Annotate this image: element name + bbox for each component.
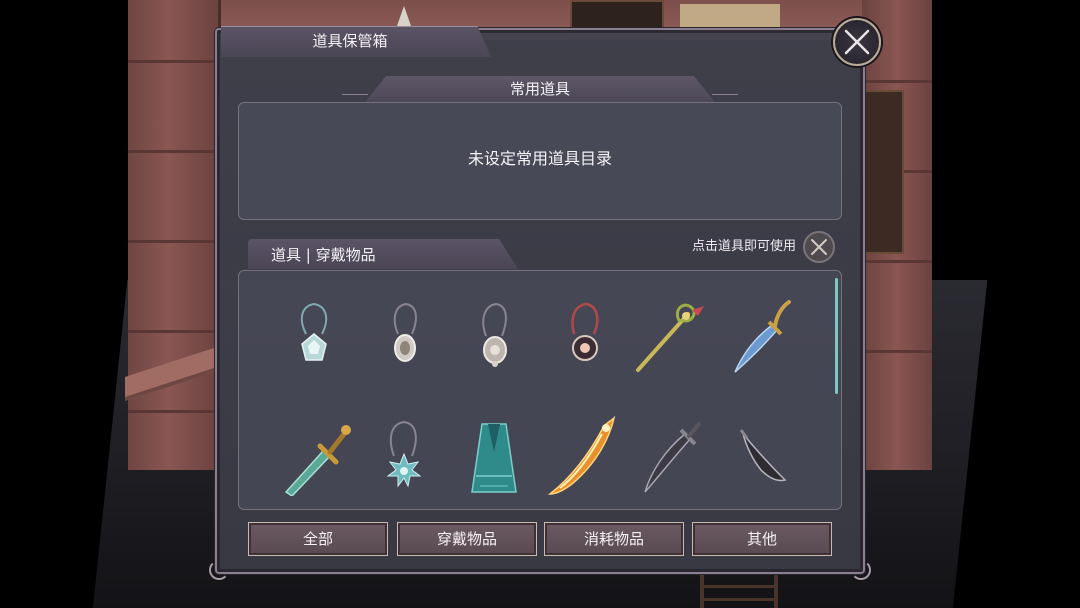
right-bookshelf: [860, 90, 904, 254]
item-slot[interactable]: [456, 294, 532, 378]
filter-consumable-button[interactable]: 消耗物品: [544, 522, 684, 556]
filter-wearable-button[interactable]: 穿戴物品: [397, 522, 537, 556]
ornate-silver-pendant-icon: [482, 302, 507, 367]
hint-close-button[interactable]: [803, 231, 835, 263]
item-slot[interactable]: [366, 294, 442, 378]
usage-hint: 点击道具即可使用: [691, 239, 796, 254]
pentagon-gem-amulet-icon: [300, 302, 328, 361]
item-slot[interactable]: [722, 414, 798, 498]
black-sickle-blade-icon: [739, 429, 787, 482]
blue-curved-dagger-icon: [734, 300, 791, 373]
favorites-empty-message: 未设定常用道具目录: [467, 149, 612, 168]
teal-robe-icon: [471, 423, 517, 493]
red-cord-sun-pendant-icon: [571, 302, 599, 361]
filter-other-button[interactable]: 其他: [692, 522, 832, 556]
flame-blade-icon: [547, 415, 616, 495]
close-button[interactable]: [833, 18, 881, 66]
favorites-header: 常用道具: [509, 80, 570, 98]
corner-ornament: [209, 560, 229, 580]
item-slot[interactable]: [280, 414, 356, 498]
item-slot[interactable]: [634, 414, 710, 498]
golden-vine-staff-icon: [636, 303, 704, 372]
item-slot[interactable]: [276, 294, 352, 378]
silver-oval-pendant-icon: [393, 302, 417, 362]
window-title: 道具保管箱: [312, 32, 388, 50]
item-slot[interactable]: [722, 294, 798, 378]
room-left-wall: [128, 0, 221, 470]
close-icon: [844, 29, 870, 55]
filter-all-button[interactable]: 全部: [248, 522, 388, 556]
items-scrollbar[interactable]: [835, 278, 838, 394]
ladder: [700, 575, 778, 608]
divider: [712, 94, 738, 95]
jade-sword-icon: [284, 425, 351, 496]
item-slot[interactable]: [456, 414, 532, 498]
dark-scimitar-icon: [644, 422, 701, 493]
close-icon: [811, 239, 827, 255]
item-slot[interactable]: [546, 294, 622, 378]
items-tab-label: 道具 | 穿戴物品: [271, 246, 376, 264]
corner-ornament: [851, 560, 871, 580]
item-slot[interactable]: [366, 414, 442, 498]
item-slot[interactable]: [546, 414, 622, 498]
item-slot[interactable]: [632, 294, 708, 378]
spiked-star-pendant-icon: [386, 420, 422, 488]
